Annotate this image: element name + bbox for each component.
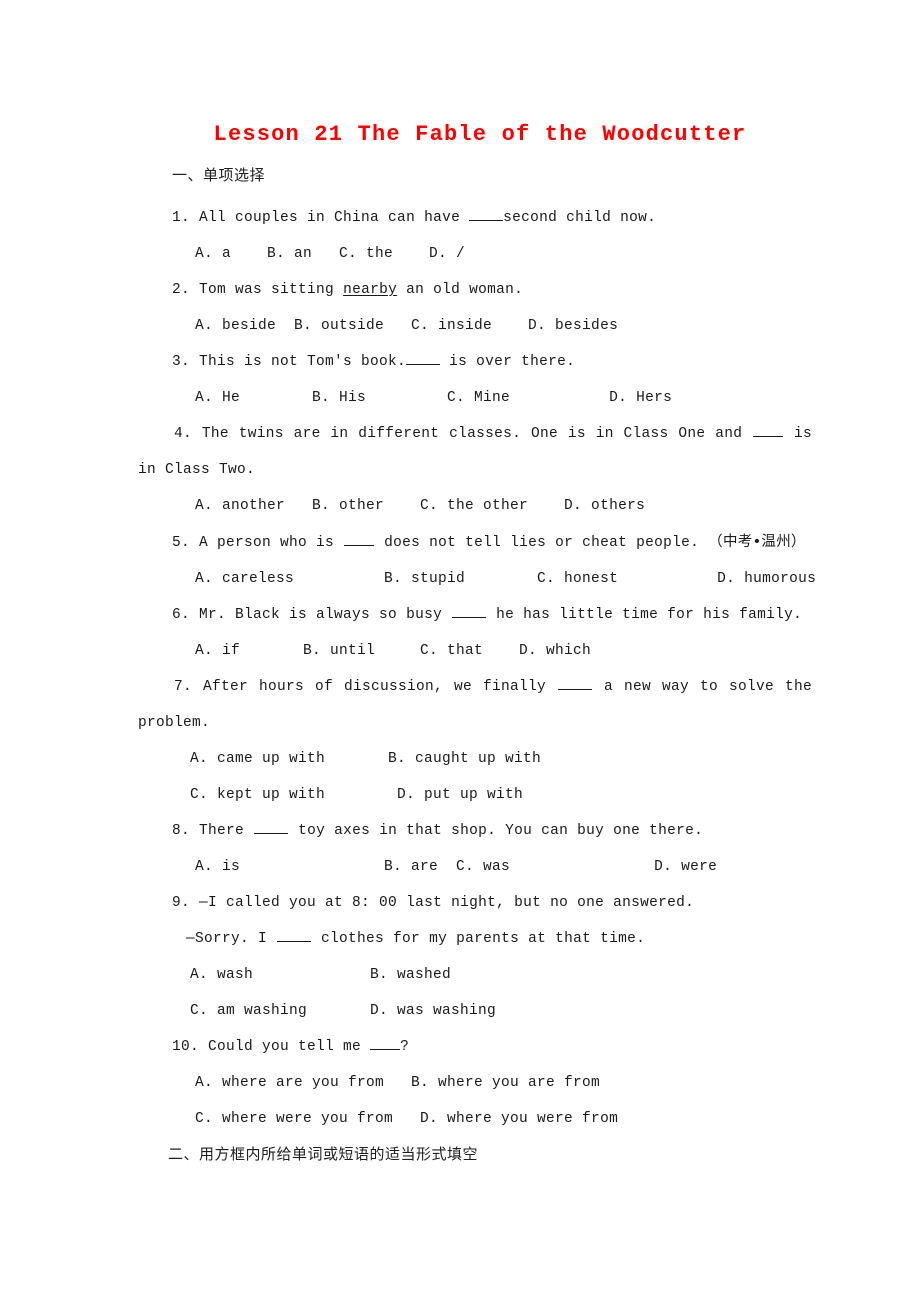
question-8: 8. There toy axes in that shop. You can …: [138, 813, 812, 885]
question-5-blank[interactable]: [344, 545, 375, 546]
question-7-options-line1[interactable]: A. came up with B. caught up with: [138, 741, 812, 777]
question-9: 9. —I called you at 8: 00 last night, bu…: [138, 885, 812, 1029]
question-10-blank[interactable]: [370, 1049, 401, 1050]
question-9-reply-after: clothes for my parents at that time.: [321, 931, 646, 947]
worksheet-page: Lesson 21 The Fable of the Woodcutter 一、…: [0, 0, 920, 1302]
question-5-stem-after: does not tell lies or cheat people.: [384, 535, 700, 551]
question-8-stem-before: There: [199, 823, 245, 839]
question-9-stem: 9. —I called you at 8: 00 last night, bu…: [138, 885, 812, 921]
question-7-stem-before: After hours of discussion, we finally: [203, 679, 547, 695]
question-3-stem-before: This is not Tom's book.: [199, 354, 407, 370]
question-3-stem-after: is over there.: [449, 354, 576, 370]
question-2-number: 2.: [172, 282, 191, 298]
question-8-number: 8.: [172, 823, 191, 839]
question-6-stem-before: Mr. Black is always so busy: [199, 607, 443, 623]
page-title: Lesson 21 The Fable of the Woodcutter: [213, 122, 747, 147]
question-4: 4. The twins are in different classes. O…: [138, 416, 812, 524]
question-2: 2. Tom was sitting nearby an old woman. …: [138, 272, 812, 344]
question-7: 7. After hours of discussion, we finally…: [138, 669, 812, 813]
question-2-stem: 2. Tom was sitting nearby an old woman.: [138, 272, 812, 308]
question-5-options[interactable]: A. careless B. stupid C. honest D. humor…: [138, 561, 816, 597]
question-6-blank[interactable]: [452, 617, 487, 618]
question-6: 6. Mr. Black is always so busy he has li…: [138, 597, 812, 669]
question-2-underlined-word: nearby: [343, 282, 398, 298]
question-5: 5. A person who is does not tell lies or…: [138, 524, 816, 597]
question-6-number: 6.: [172, 607, 191, 623]
question-3-number: 3.: [172, 354, 191, 370]
question-7-number: 7.: [174, 679, 193, 695]
question-5-stem: 5. A person who is does not tell lies or…: [138, 524, 812, 561]
question-8-blank[interactable]: [254, 833, 289, 834]
question-10: 10. Could you tell me ? A. where are you…: [138, 1029, 812, 1137]
question-4-options[interactable]: A. another B. other C. the other D. othe…: [138, 488, 812, 524]
question-4-stem-before: The twins are in different classes. One …: [201, 426, 743, 442]
question-8-options[interactable]: A. is B. are C. was D. were: [138, 849, 812, 885]
question-5-source-annotation: （中考•温州）: [708, 534, 806, 550]
question-2-options[interactable]: A. beside B. outside C. inside D. beside…: [138, 308, 812, 344]
question-1-blank[interactable]: [469, 220, 504, 221]
question-3-stem: 3. This is not Tom's book. is over there…: [138, 344, 812, 380]
question-1: 1. All couples in China can have second …: [138, 200, 812, 272]
question-9-number: 9.: [172, 895, 191, 911]
question-6-stem-after: he has little time for his family.: [496, 607, 803, 623]
question-1-number: 1.: [172, 210, 191, 226]
question-3-options[interactable]: A. He B. His C. Mine D. Hers: [138, 380, 812, 416]
question-9-blank[interactable]: [277, 941, 312, 942]
question-1-stem-after: second child now.: [503, 210, 657, 226]
question-10-stem-after: ?: [400, 1039, 410, 1055]
question-10-options-line2[interactable]: C. where were you from D. where you were…: [138, 1101, 812, 1137]
question-9-reply: —Sorry. I clothes for my parents at that…: [138, 921, 812, 957]
question-10-options-line1[interactable]: A. where are you from B. where you are f…: [138, 1065, 812, 1101]
question-9-reply-before: —Sorry. I: [186, 931, 268, 947]
question-4-blank[interactable]: [753, 436, 784, 437]
question-3-blank[interactable]: [406, 364, 441, 365]
question-5-number: 5.: [172, 535, 191, 551]
question-1-options[interactable]: A. a B. an C. the D. /: [138, 236, 812, 272]
question-7-blank[interactable]: [558, 689, 593, 690]
question-9-stem-before: —I called you at 8: 00 last night, but n…: [199, 895, 695, 911]
question-5-stem-before: A person who is: [199, 535, 335, 551]
question-6-options[interactable]: A. if B. until C. that D. which: [138, 633, 812, 669]
question-10-stem-before: Could you tell me: [208, 1039, 362, 1055]
question-2-stem-after: an old woman.: [406, 282, 524, 298]
question-8-stem: 8. There toy axes in that shop. You can …: [138, 813, 812, 849]
question-7-stem: 7. After hours of discussion, we finally…: [138, 669, 812, 741]
section-heading-two: 二、用方框内所给单词或短语的适当形式填空: [168, 1145, 479, 1163]
question-2-stem-before: Tom was sitting: [199, 282, 335, 298]
question-8-stem-after: toy axes in that shop. You can buy one t…: [298, 823, 704, 839]
question-9-options-line1[interactable]: A. wash B. washed: [138, 957, 812, 993]
question-7-options-line2[interactable]: C. kept up with D. put up with: [138, 777, 812, 813]
question-3: 3. This is not Tom's book. is over there…: [138, 344, 812, 416]
question-1-stem-before: All couples in China can have: [199, 210, 461, 226]
question-4-number: 4.: [174, 426, 193, 442]
worksheet-content: 一、单项选择 1. All couples in China can have …: [138, 164, 816, 1165]
question-1-stem: 1. All couples in China can have second …: [138, 200, 812, 236]
question-4-stem: 4. The twins are in different classes. O…: [138, 416, 812, 488]
question-10-number: 10.: [172, 1039, 200, 1055]
question-9-options-line2[interactable]: C. am washing D. was washing: [138, 993, 812, 1029]
question-6-stem: 6. Mr. Black is always so busy he has li…: [138, 597, 812, 633]
section-heading-one: 一、单项选择: [172, 166, 266, 184]
question-10-stem: 10. Could you tell me ?: [138, 1029, 812, 1065]
